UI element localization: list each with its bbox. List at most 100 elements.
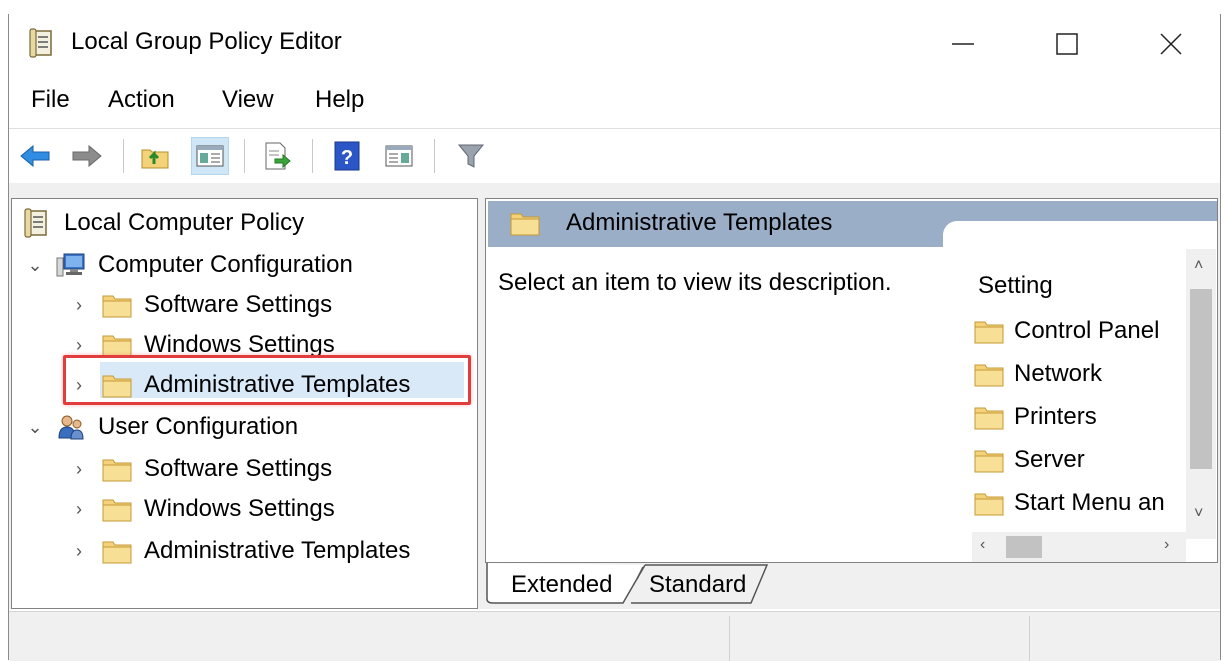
folder-icon bbox=[102, 541, 132, 564]
folder-icon bbox=[974, 450, 1004, 473]
horizontal-scroll-thumb[interactable] bbox=[1006, 536, 1042, 558]
forward-button[interactable] bbox=[69, 138, 105, 174]
folder-icon bbox=[974, 321, 1004, 344]
tree-item-user-windows-settings[interactable]: › Windows Settings bbox=[68, 489, 335, 529]
details-header-tab-shape bbox=[943, 221, 1217, 249]
maximize-icon bbox=[1056, 33, 1078, 55]
window-title: Local Group Policy Editor bbox=[71, 28, 342, 55]
toolbar-separator bbox=[434, 139, 435, 173]
tree-label: Local Computer Policy bbox=[64, 209, 305, 236]
back-arrow-icon bbox=[20, 144, 50, 168]
close-button[interactable] bbox=[1123, 14, 1219, 74]
details-header-title: Administrative Templates bbox=[566, 209, 833, 236]
forward-arrow-icon bbox=[72, 144, 102, 168]
help-icon: ? bbox=[334, 141, 360, 171]
filter-button[interactable] bbox=[453, 138, 489, 174]
details-pane: Administrative Templates Select an item … bbox=[485, 198, 1218, 563]
toolbar-separator bbox=[123, 139, 124, 173]
menu-file[interactable]: File bbox=[31, 86, 70, 114]
chevron-down-icon[interactable]: ⌄ bbox=[24, 417, 46, 438]
tree-label: Windows Settings bbox=[144, 495, 335, 522]
computer-icon bbox=[56, 253, 85, 277]
toolbar-separator bbox=[312, 139, 313, 173]
list-item[interactable]: Start Menu an bbox=[974, 483, 1182, 523]
folder-icon bbox=[974, 407, 1004, 430]
folder-icon bbox=[974, 493, 1004, 516]
maximize-button[interactable] bbox=[1019, 14, 1115, 74]
chevron-right-icon[interactable]: › bbox=[68, 499, 90, 520]
scroll-right-icon[interactable]: › bbox=[1164, 536, 1169, 554]
title-bar[interactable]: Local Group Policy Editor bbox=[9, 14, 1220, 74]
scroll-down-icon[interactable]: ˅ bbox=[1194, 505, 1203, 523]
tree-label: Software Settings bbox=[144, 455, 333, 482]
list-item-label: Start Menu an bbox=[1014, 489, 1165, 516]
show-hide-action-pane-button[interactable] bbox=[381, 138, 417, 174]
tree-item-computer-software-settings[interactable]: › Software Settings bbox=[68, 285, 332, 325]
folder-icon bbox=[102, 295, 132, 318]
folder-icon bbox=[102, 459, 132, 482]
chevron-right-icon[interactable]: › bbox=[68, 335, 90, 356]
tree-item-user-software-settings[interactable]: › Software Settings bbox=[68, 449, 332, 489]
status-bar bbox=[9, 611, 1220, 661]
view-tabs: Extended Standard bbox=[485, 563, 1218, 607]
list-item-label: Server bbox=[1014, 446, 1085, 473]
tree-label: Computer Configuration bbox=[98, 251, 353, 278]
list-item-label: Printers bbox=[1014, 403, 1097, 430]
up-folder-icon bbox=[141, 149, 169, 169]
policy-document-icon bbox=[29, 28, 52, 58]
tree-root[interactable]: Local Computer Policy bbox=[22, 203, 304, 243]
menu-help[interactable]: Help bbox=[315, 86, 364, 114]
show-hide-console-tree-icon bbox=[196, 145, 224, 167]
column-header-setting[interactable]: Setting bbox=[978, 272, 1053, 300]
toolbar: ? bbox=[9, 128, 1220, 184]
annotation-highlight-box bbox=[63, 355, 471, 405]
list-item[interactable]: Network bbox=[974, 354, 1182, 394]
list-item[interactable]: Control Panel bbox=[974, 311, 1182, 351]
tab-standard[interactable]: Standard bbox=[649, 565, 746, 605]
tree-item-computer-configuration[interactable]: ⌄ Computer Configuration bbox=[24, 245, 353, 285]
app-window: Local Group Policy Editor File Action Vi… bbox=[8, 14, 1221, 661]
chevron-right-icon[interactable]: › bbox=[68, 459, 90, 480]
tree-label: Software Settings bbox=[144, 291, 333, 318]
minimize-button[interactable] bbox=[915, 14, 1011, 74]
tree-item-user-configuration[interactable]: ⌄ User Configuration bbox=[24, 407, 298, 447]
close-icon bbox=[1160, 33, 1182, 55]
folder-icon bbox=[974, 364, 1004, 387]
filter-icon bbox=[457, 144, 485, 168]
chevron-right-icon[interactable]: › bbox=[68, 295, 90, 316]
scroll-up-icon[interactable]: ˄ bbox=[1194, 257, 1203, 275]
scroll-left-icon[interactable]: ‹ bbox=[980, 536, 985, 554]
policy-document-icon bbox=[24, 208, 47, 238]
up-one-level-button[interactable] bbox=[137, 138, 173, 174]
menu-view[interactable]: View bbox=[222, 86, 274, 114]
status-separator bbox=[1029, 616, 1030, 661]
chevron-right-icon[interactable]: › bbox=[68, 541, 90, 562]
toolbar-separator bbox=[244, 139, 245, 173]
export-list-icon bbox=[265, 142, 291, 170]
folder-icon bbox=[102, 499, 132, 522]
list-item-label: Network bbox=[1014, 360, 1103, 387]
tree-item-user-administrative-templates[interactable]: › Administrative Templates bbox=[68, 531, 410, 571]
horizontal-scrollbar[interactable]: ‹ › bbox=[972, 532, 1186, 562]
tab-extended[interactable]: Extended bbox=[511, 565, 612, 605]
vertical-scrollbar[interactable]: ˄ ˅ bbox=[1186, 249, 1216, 539]
users-icon bbox=[58, 415, 84, 440]
console-tree[interactable]: Local Computer Policy ⌄ Computer Configu… bbox=[11, 198, 478, 609]
show-hide-console-tree-button[interactable] bbox=[191, 137, 229, 175]
export-list-button[interactable] bbox=[259, 138, 295, 174]
help-button[interactable]: ? bbox=[329, 138, 365, 174]
list-item[interactable]: Printers bbox=[974, 397, 1182, 437]
chevron-down-icon[interactable]: ⌄ bbox=[24, 255, 46, 276]
tree-label: User Configuration bbox=[98, 413, 299, 440]
list-item-label: Control Panel bbox=[1014, 317, 1160, 344]
minimize-icon bbox=[952, 43, 974, 45]
back-button[interactable] bbox=[17, 138, 53, 174]
menu-action[interactable]: Action bbox=[108, 86, 175, 114]
vertical-scroll-thumb[interactable] bbox=[1190, 289, 1212, 469]
description-text: Select an item to view its description. bbox=[498, 269, 892, 296]
main-area: Local Computer Policy ⌄ Computer Configu… bbox=[9, 183, 1220, 609]
folder-icon bbox=[510, 213, 540, 236]
status-separator bbox=[729, 616, 730, 661]
svg-text:?: ? bbox=[341, 147, 353, 169]
list-item[interactable]: Server bbox=[974, 440, 1182, 480]
